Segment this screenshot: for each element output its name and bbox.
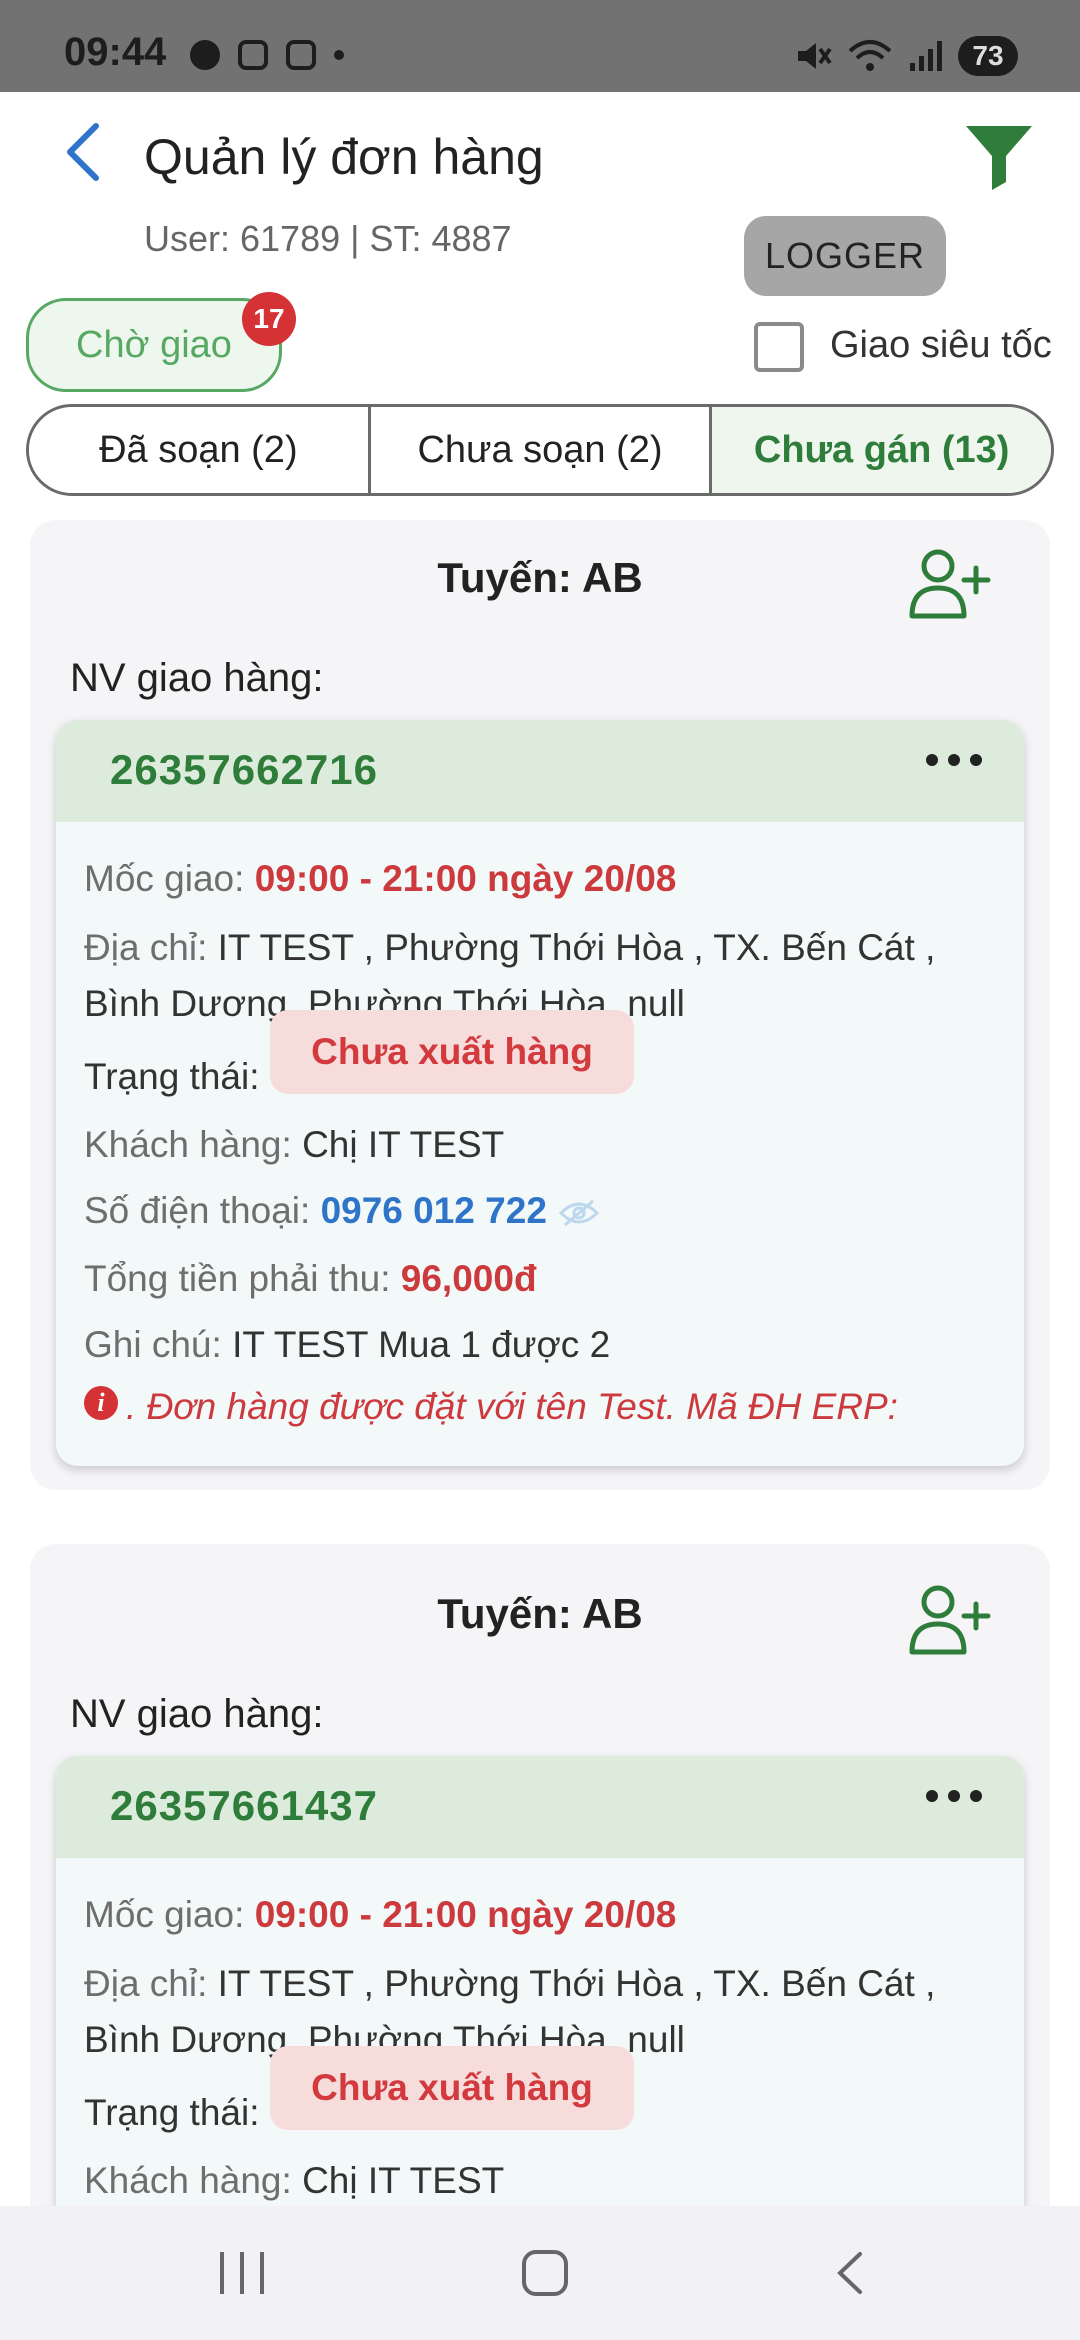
more-options-icon[interactable]	[926, 1790, 982, 1802]
customer-row: Khách hàng: Chị IT TEST	[84, 1124, 1004, 1166]
delivery-time-value: 09:00 - 21:00 ngày 20/08	[254, 1894, 677, 1935]
delivery-time-row: Mốc giao: 09:00 - 21:00 ngày 20/08	[84, 1894, 1004, 1936]
order-card[interactable]: 26357661437 Mốc giao: 09:00 - 21:00 ngày…	[56, 1756, 1024, 2256]
order-card-header: 26357662716	[56, 720, 1024, 822]
status-notification-icons	[190, 40, 344, 70]
logger-button[interactable]: LOGGER	[744, 216, 946, 296]
order-id: 26357662716	[110, 746, 378, 793]
route-group: Tuyến: AB NV giao hàng: 26357661437 Mốc …	[30, 1544, 1050, 2264]
tab-not-prepared[interactable]: Chưa soạn (2)	[370, 407, 713, 493]
delivery-time-value: 09:00 - 21:00 ngày 20/08	[254, 858, 677, 899]
signal-icon	[910, 41, 942, 71]
phone-value[interactable]: 0976 012 722	[321, 1190, 547, 1231]
order-card-header: 26357661437	[56, 1756, 1024, 1858]
delivery-staff-label: NV giao hàng:	[70, 1692, 324, 1736]
route-title: Tuyến: AB	[437, 554, 643, 601]
note-label: Ghi chú:	[84, 1324, 233, 1365]
route-title: Tuyến: AB	[437, 1590, 643, 1637]
screen: 09:44 73 Quản lý đơn hàng User: 61789 | …	[0, 0, 1080, 2340]
screenshot-icon	[238, 40, 268, 70]
system-nav-bar	[0, 2206, 1080, 2340]
customer-row: Khách hàng: Chị IT TEST	[84, 2160, 1004, 2202]
nav-back-button[interactable]	[830, 2250, 870, 2296]
tab-unassigned[interactable]: Chưa gán (13)	[712, 407, 1051, 493]
warning-row: i. Đơn hàng được đặt với tên Test. Mã ĐH…	[84, 1386, 1004, 1428]
tab-prepared[interactable]: Đã soạn (2)	[29, 407, 371, 493]
status-bar: 09:44 73	[0, 0, 1080, 92]
customer-label: Khách hàng:	[84, 1124, 303, 1165]
customer-value: Chị IT TEST	[302, 1124, 505, 1165]
note-value: IT TEST Mua 1 được 2	[232, 1324, 611, 1365]
recent-apps-button[interactable]	[220, 2252, 264, 2294]
phone-row: Số điện thoại: 0976 012 722	[84, 1190, 1004, 1232]
info-icon: i	[84, 1386, 118, 1420]
total-value: 96,000đ	[400, 1258, 537, 1299]
more-notifications-icon	[334, 50, 344, 60]
address-label: Địa chỉ:	[84, 927, 218, 968]
warning-text: . Đơn hàng được đặt với tên Test. Mã ĐH …	[126, 1386, 898, 1427]
delivery-time-row: Mốc giao: 09:00 - 21:00 ngày 20/08	[84, 858, 1004, 900]
order-id: 26357661437	[110, 1782, 378, 1829]
fast-delivery-checkbox[interactable]	[754, 322, 804, 372]
status-badge: Chưa xuất hàng	[270, 2046, 634, 2130]
waiting-count-badge: 17	[242, 292, 296, 346]
person-add-icon[interactable]	[908, 546, 992, 620]
battery-icon: 73	[958, 36, 1018, 76]
delivery-time-label: Mốc giao:	[84, 858, 255, 899]
address-label: Địa chỉ:	[84, 1963, 218, 2004]
customer-value: Chị IT TEST	[302, 2160, 505, 2201]
order-card[interactable]: 26357662716 Mốc giao: 09:00 - 21:00 ngày…	[56, 720, 1024, 1466]
mute-icon	[798, 43, 832, 69]
route-group: Tuyến: AB NV giao hàng: 26357662716 Mốc …	[30, 520, 1050, 1490]
order-status-tabs: Đã soạn (2) Chưa soạn (2) Chưa gán (13)	[26, 404, 1054, 496]
note-row: Ghi chú: IT TEST Mua 1 được 2	[84, 1324, 1004, 1366]
chat-app-icon	[190, 40, 220, 70]
filter-icon[interactable]	[962, 118, 1036, 192]
user-info: User: 61789 | ST: 4887	[144, 218, 512, 259]
page-title: Quản lý đơn hàng	[144, 129, 544, 185]
back-button[interactable]	[58, 122, 108, 182]
wifi-icon	[848, 40, 892, 71]
phone-label: Số điện thoại:	[84, 1190, 321, 1231]
screen-record-icon	[286, 40, 316, 70]
total-label: Tổng tiền phải thu:	[84, 1258, 401, 1299]
status-time: 09:44	[64, 30, 167, 74]
eye-off-icon[interactable]	[558, 1199, 599, 1227]
home-button[interactable]	[522, 2250, 568, 2296]
customer-label: Khách hàng:	[84, 2160, 303, 2201]
total-row: Tổng tiền phải thu: 96,000đ	[84, 1258, 1004, 1300]
status-badge: Chưa xuất hàng	[270, 1010, 634, 1094]
delivery-time-label: Mốc giao:	[84, 1894, 255, 1935]
fast-delivery-label[interactable]: Giao siêu tốc	[830, 324, 1052, 367]
person-add-icon[interactable]	[908, 1582, 992, 1656]
more-options-icon[interactable]	[926, 754, 982, 766]
status-system-icons: 73	[794, 36, 1018, 76]
delivery-staff-label: NV giao hàng:	[70, 656, 324, 700]
